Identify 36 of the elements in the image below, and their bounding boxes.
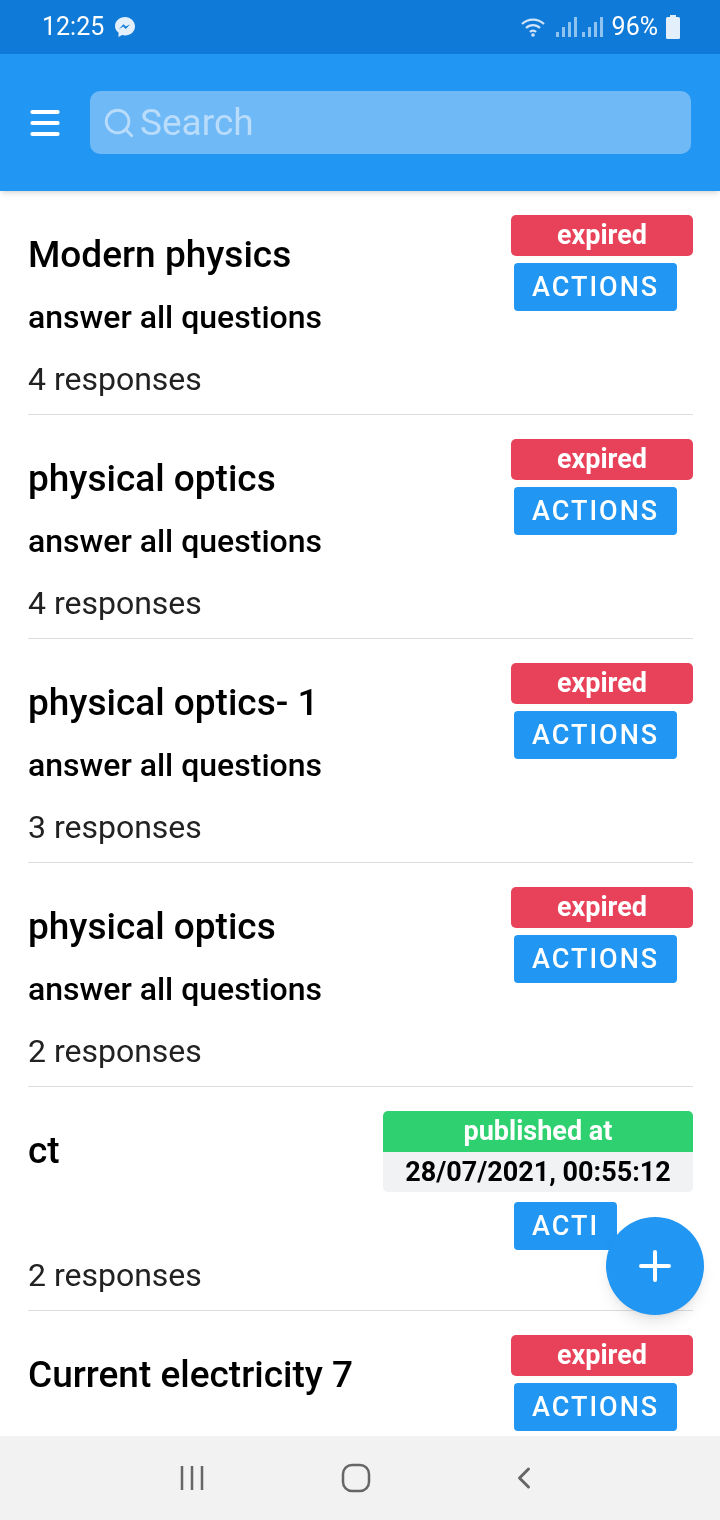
actions-button[interactable]: ACTIONS	[514, 487, 678, 535]
actions-button[interactable]: ACTIONS	[514, 1383, 678, 1431]
response-count: 4 responses	[28, 359, 202, 400]
response-count: 3 responses	[28, 807, 202, 848]
form-title: physical optics- 1	[28, 680, 319, 727]
form-title: Current electricity 7	[28, 1352, 354, 1399]
messenger-icon	[114, 16, 137, 38]
expired-badge: expired	[511, 215, 693, 256]
actions-button[interactable]: ACTIONS	[514, 263, 678, 311]
response-count: 2 responses	[28, 1031, 202, 1072]
battery-icon	[666, 15, 680, 39]
expired-badge: expired	[511, 439, 693, 480]
form-title: physical optics	[28, 904, 276, 951]
actions-button[interactable]: ACTI	[514, 1202, 618, 1250]
published-badge: published at	[383, 1111, 693, 1152]
battery-percent: 96%	[611, 11, 658, 44]
actions-button[interactable]: ACTIONS	[514, 935, 678, 983]
form-title: Modern physics	[28, 232, 292, 279]
form-description: answer all questions	[28, 297, 322, 338]
published-date: 28/07/2021, 00:55:12	[383, 1152, 693, 1192]
expired-badge: expired	[511, 1335, 693, 1376]
signal-icon	[553, 16, 604, 38]
search-bar[interactable]: Search	[90, 91, 691, 154]
form-title: ct	[28, 1128, 60, 1175]
form-description: answer all questions	[28, 521, 322, 562]
form-description: answer all questions	[28, 745, 322, 786]
form-title: physical optics	[28, 456, 276, 503]
form-description: answer all questions	[28, 969, 322, 1010]
expired-badge: expired	[511, 663, 693, 704]
wifi-icon	[519, 16, 546, 38]
home-icon[interactable]	[341, 1463, 371, 1493]
response-count: 2 responses	[28, 1255, 202, 1296]
expired-badge: expired	[511, 887, 693, 928]
clock: 12:25	[42, 11, 105, 44]
response-count: 4 responses	[28, 583, 202, 624]
actions-button[interactable]: ACTIONS	[514, 711, 678, 759]
